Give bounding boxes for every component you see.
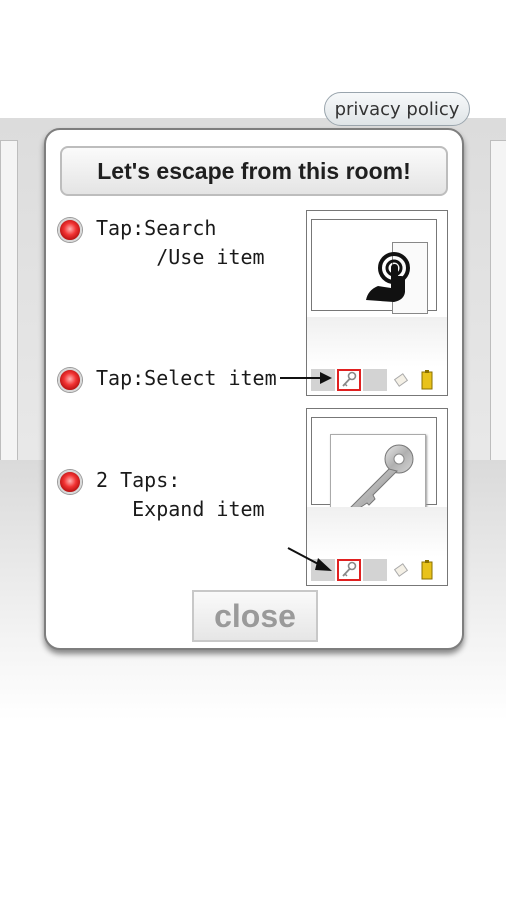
example-room-panel <box>306 210 448 396</box>
arrow-right-icon <box>280 372 332 384</box>
room-floor-preview <box>307 317 447 367</box>
red-dot-icon <box>58 368 82 392</box>
tutorial-dialog: Let's escape from this room! Tap:Search … <box>44 128 464 650</box>
room-right-wall <box>490 140 506 472</box>
item-slot <box>389 559 413 581</box>
battery-icon <box>421 560 433 580</box>
arrow-down-right-icon <box>287 547 332 571</box>
item-slot-selected <box>337 369 361 391</box>
item-slot <box>389 369 413 391</box>
tap-hand-icon <box>366 252 410 302</box>
instruction-expand-item: 2 Taps: Expand item <box>96 468 265 521</box>
close-button[interactable]: close <box>192 590 318 642</box>
privacy-policy-button[interactable]: privacy policy <box>324 92 470 126</box>
item-slot <box>363 559 387 581</box>
item-slot <box>363 369 387 391</box>
dialog-title: Let's escape from this room! <box>60 146 448 196</box>
paper-icon <box>393 373 409 387</box>
room-left-wall <box>0 140 18 472</box>
key-icon <box>342 561 357 577</box>
instruction-select-item: Tap:Select item <box>96 366 277 390</box>
item-slot <box>415 559 439 581</box>
expanded-view <box>311 417 437 524</box>
item-slot-selected <box>337 559 361 581</box>
paper-icon <box>393 563 409 577</box>
battery-icon <box>421 370 433 390</box>
key-icon <box>342 371 357 387</box>
item-slot <box>415 369 439 391</box>
room-view <box>311 219 437 314</box>
red-dot-icon <box>58 218 82 242</box>
instruction-search-use: Tap:Search /Use item <box>96 216 265 269</box>
red-dot-icon <box>58 470 82 494</box>
